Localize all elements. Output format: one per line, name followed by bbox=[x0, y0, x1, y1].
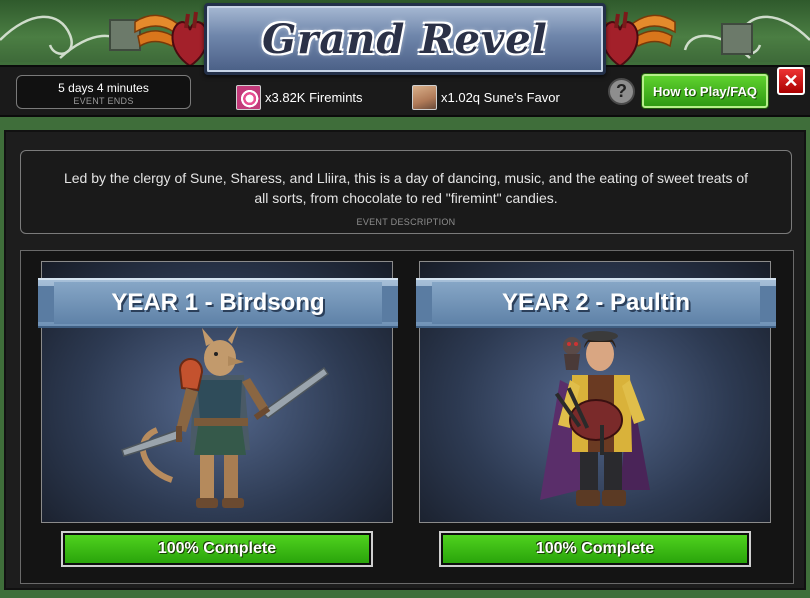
firemints-amount: x3.82K Firemints bbox=[265, 89, 363, 105]
year-1-title: YEAR 1 - Birdsong bbox=[54, 282, 382, 324]
year-cards-frame: YEAR 1 - Birdsong YEAR 2 - Paultin 100% … bbox=[20, 250, 794, 584]
favor-portrait-icon bbox=[412, 84, 437, 110]
birdsong-character-art bbox=[121, 326, 330, 508]
event-main-panel: Led by the clergy of Sune, Sharess, and … bbox=[4, 130, 806, 590]
year-2-progress-bar[interactable]: 100% Complete bbox=[439, 531, 751, 567]
timer-label: EVENT ENDS bbox=[73, 96, 134, 106]
currency-sunes-favor: x1.02q Sune's Favor bbox=[412, 84, 560, 110]
how-to-play-button[interactable]: How to Play/FAQ bbox=[642, 74, 768, 108]
event-title: Grand Revel bbox=[262, 15, 548, 63]
year-1-card[interactable]: YEAR 1 - Birdsong bbox=[38, 261, 398, 523]
close-button[interactable]: ✕ bbox=[777, 67, 805, 95]
event-description-label: EVENT DESCRIPTION bbox=[356, 217, 456, 227]
year-2-title: YEAR 2 - Paultin bbox=[432, 282, 760, 324]
firemint-icon bbox=[236, 84, 261, 110]
favor-amount: x1.02q Sune's Favor bbox=[441, 89, 560, 105]
help-icon[interactable]: ? bbox=[608, 78, 635, 105]
currency-firemints: x3.82K Firemints bbox=[236, 84, 363, 110]
paultin-character-art bbox=[540, 331, 650, 506]
event-title-banner: Grand Revel bbox=[204, 3, 606, 75]
event-timer: 5 days 4 minutes EVENT ENDS bbox=[16, 75, 191, 109]
event-description-text: Led by the clergy of Sune, Sharess, and … bbox=[63, 170, 749, 206]
year-1-progress-bar[interactable]: 100% Complete bbox=[61, 531, 373, 567]
event-description-box: Led by the clergy of Sune, Sharess, and … bbox=[20, 150, 792, 234]
year-2-card[interactable]: YEAR 2 - Paultin bbox=[416, 261, 776, 523]
year-1-progress-label: 100% Complete bbox=[157, 540, 277, 557]
timer-value: 5 days 4 minutes bbox=[58, 81, 149, 95]
year-2-progress-label: 100% Complete bbox=[535, 540, 655, 557]
